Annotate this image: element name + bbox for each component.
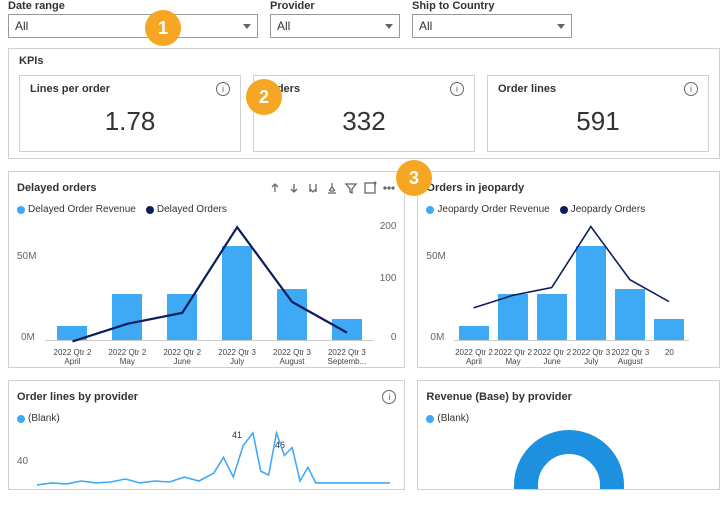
legend-dot-icon (426, 415, 434, 423)
filter-label-daterange: Date range (8, 0, 258, 12)
legend-item[interactable]: Delayed Orders (146, 204, 227, 215)
kpis-title: KPIs (19, 55, 709, 71)
chevron-down-icon (385, 24, 393, 29)
chart-title: Order lines by provider (17, 391, 138, 403)
filter-provider[interactable]: All (270, 14, 400, 38)
legend-item[interactable]: (Blank) (426, 413, 469, 424)
filter-daterange-value: All (15, 19, 28, 33)
drill-down-icon[interactable] (287, 181, 301, 195)
chart-plot[interactable]: 50M 0M 200 100 0 2022 Qtr 2 April 2022 Q… (17, 221, 396, 361)
filter-label-provider: Provider (270, 0, 400, 12)
filter-daterange[interactable]: All (8, 14, 258, 38)
expand-icon[interactable] (325, 181, 339, 195)
legend-item[interactable]: Jeopardy Order Revenue (426, 204, 549, 215)
info-icon[interactable]: i (684, 82, 698, 96)
legend-item[interactable]: Delayed Order Revenue (17, 204, 136, 215)
kpi-lines-per-order[interactable]: Lines per order i 1.78 (19, 75, 241, 152)
legend-dot-icon (426, 206, 434, 214)
legend-dot-icon (17, 415, 25, 423)
filter-icon[interactable] (344, 181, 358, 195)
callout-badge-3: 3 (396, 160, 432, 196)
chart-order-lines-provider[interactable]: Order lines by provider i (Blank) 40 41 … (8, 380, 405, 490)
focus-icon[interactable] (363, 181, 377, 195)
chart-title: Delayed orders (17, 182, 96, 194)
info-icon[interactable]: i (450, 82, 464, 96)
legend-item[interactable]: (Blank) (17, 413, 60, 424)
callout-badge-1: 1 (145, 10, 181, 46)
drill-up-icon[interactable] (268, 181, 282, 195)
chart-toolbar (268, 181, 396, 195)
chart-title: Revenue (Base) by provider (426, 391, 572, 403)
chart-plot[interactable]: 50M 0M 2022 Qtr 2 April 2022 Qtr 2 May 2… (426, 221, 711, 361)
chart-jeopardy-orders[interactable]: Orders in jeopardy Jeopardy Order Revenu… (417, 171, 720, 368)
kpi-orders[interactable]: Orders i 332 (253, 75, 475, 152)
legend-dot-icon (146, 206, 154, 214)
kpi-value: 591 (498, 106, 698, 137)
chart-title: Orders in jeopardy (426, 182, 524, 194)
kpi-label: Lines per order (30, 83, 110, 95)
chart-revenue-provider[interactable]: Revenue (Base) by provider (Blank) (417, 380, 720, 490)
info-icon[interactable]: i (216, 82, 230, 96)
chevron-down-icon (243, 24, 251, 29)
kpi-label: Order lines (498, 83, 556, 95)
chart-delayed-orders[interactable]: Delayed orders Delayed Order Revenue Del… (8, 171, 405, 368)
legend-dot-icon (17, 206, 25, 214)
kpi-value: 1.78 (30, 106, 230, 137)
donut-chart (514, 430, 624, 490)
legend-item[interactable]: Jeopardy Orders (560, 204, 645, 215)
kpi-order-lines[interactable]: Order lines i 591 (487, 75, 709, 152)
legend-dot-icon (560, 206, 568, 214)
chevron-down-icon (557, 24, 565, 29)
filter-label-ship: Ship to Country (412, 0, 572, 12)
more-icon[interactable] (382, 181, 396, 195)
hierarchy-icon[interactable] (306, 181, 320, 195)
callout-badge-2: 2 (246, 79, 282, 115)
info-icon[interactable]: i (382, 390, 396, 404)
kpis-section: KPIs Lines per order i 1.78 Orders i 332… (8, 48, 720, 159)
kpi-value: 332 (264, 106, 464, 137)
filter-ship[interactable]: All (412, 14, 572, 38)
filter-ship-value: All (419, 19, 432, 33)
filter-provider-value: All (277, 19, 290, 33)
